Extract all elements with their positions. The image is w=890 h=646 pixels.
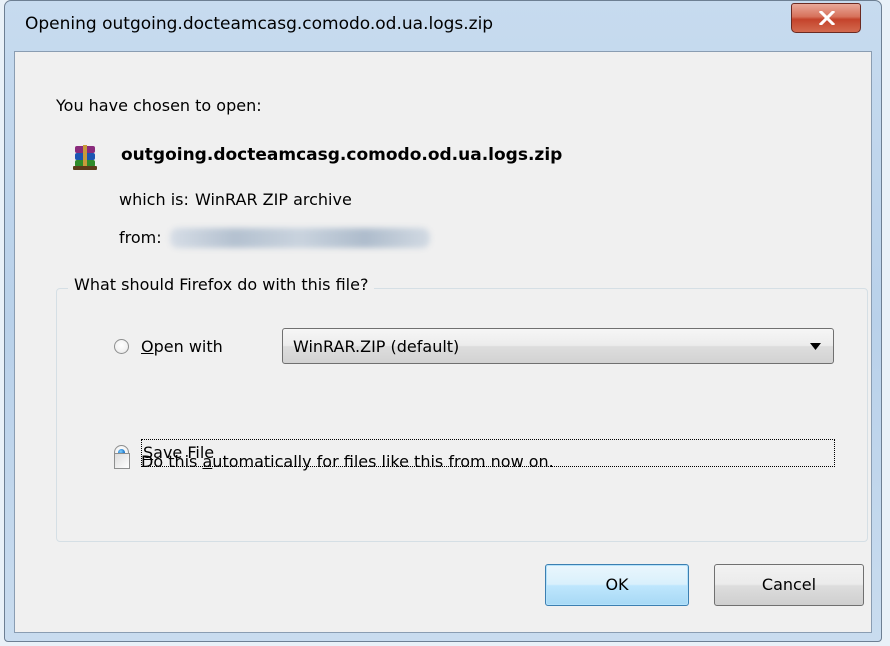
ok-button[interactable]: OK [545, 564, 689, 606]
dialog-window: Opening outgoing.docteamcasg.comodo.od.u… [4, 0, 882, 642]
auto-label-pre: Do this [141, 452, 203, 471]
blurred-source-url [170, 228, 430, 248]
winrar-archive-icon [73, 145, 97, 170]
auto-checkbox-label[interactable]: Do this automatically for files like thi… [141, 452, 554, 471]
auto-label-post: utomatically for files like this from no… [212, 452, 554, 471]
from-label: from: [119, 228, 162, 247]
titlebar[interactable]: Opening outgoing.docteamcasg.comodo.od.u… [5, 1, 881, 51]
cancel-button[interactable]: Cancel [714, 564, 864, 606]
open-with-label[interactable]: Open with [141, 337, 223, 356]
which-is-value: WinRAR ZIP archive [195, 190, 352, 209]
open-with-app-value: WinRAR.ZIP (default) [293, 337, 460, 356]
groupbox-label: What should Firefox do with this file? [68, 275, 375, 294]
auto-checkbox[interactable] [114, 453, 130, 469]
dialog-body: You have chosen to open: outgoing.doctea… [14, 51, 872, 633]
close-button[interactable] [791, 3, 861, 33]
file-name: outgoing.docteamcasg.comodo.od.ua.logs.z… [121, 145, 563, 165]
open-with-radio[interactable] [114, 339, 129, 354]
close-x-icon [819, 11, 835, 25]
intro-text: You have chosen to open: [56, 96, 262, 115]
dialog-title: Opening outgoing.docteamcasg.comodo.od.u… [25, 14, 494, 34]
open-with-accesskey: O [141, 337, 154, 356]
action-groupbox [56, 288, 868, 542]
open-with-label-text: pen with [153, 337, 223, 356]
dropdown-arrow-icon [810, 343, 821, 350]
open-with-app-select[interactable]: WinRAR.ZIP (default) [282, 328, 834, 364]
auto-accesskey: a [202, 452, 213, 471]
which-is-label: which is: [119, 190, 189, 209]
